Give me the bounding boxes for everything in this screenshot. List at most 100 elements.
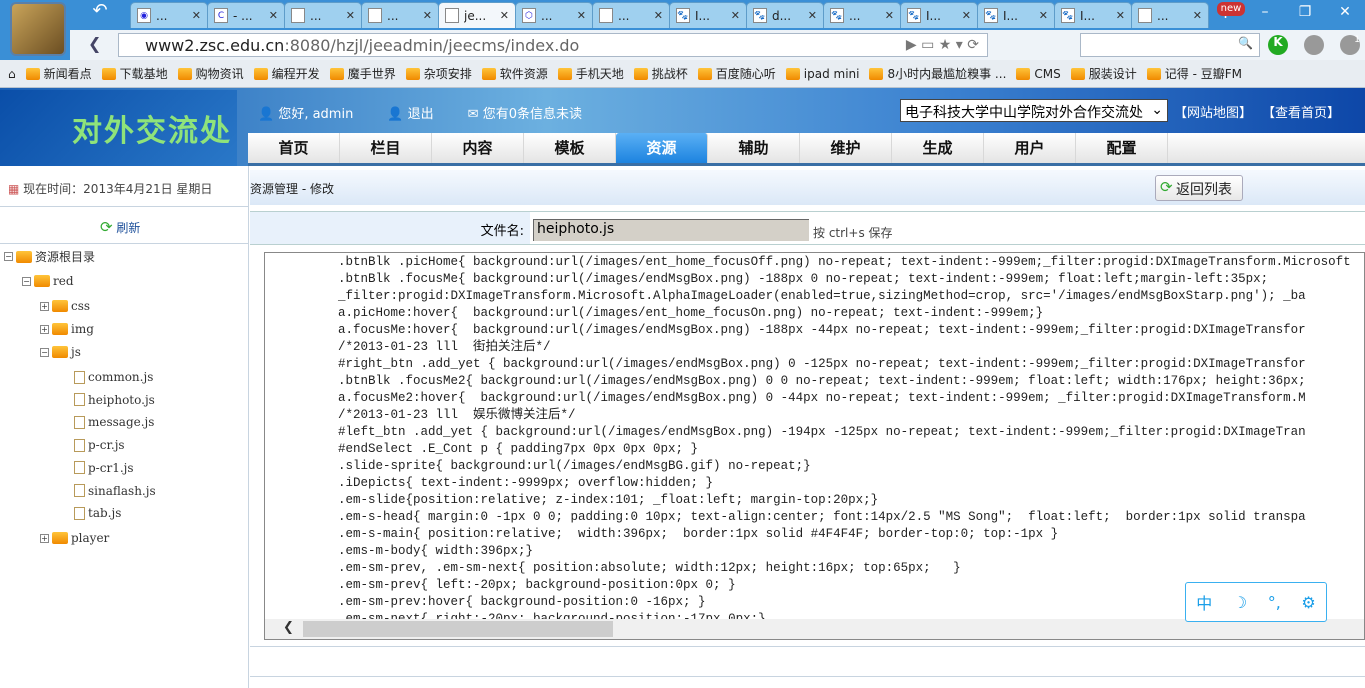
tree-file[interactable]: heiphoto.js: [74, 393, 155, 407]
browser-tab[interactable]: je... ✕: [438, 2, 516, 28]
nav-tab[interactable]: 内容: [432, 133, 524, 163]
bookmark-item[interactable]: 服装设计: [1070, 65, 1137, 82]
close-tab-icon[interactable]: ✕: [1193, 9, 1202, 22]
user-avatar[interactable]: [10, 2, 66, 56]
collapse-icon[interactable]: −: [4, 252, 13, 261]
tree-file[interactable]: message.js: [74, 415, 154, 429]
close-tab-icon[interactable]: ✕: [269, 9, 278, 22]
view-home-link[interactable]: 【查看首页】: [1262, 102, 1340, 121]
tree-file[interactable]: tab.js: [74, 506, 121, 520]
scrollbar-thumb[interactable]: [303, 621, 613, 637]
bookmark-item[interactable]: 购物资讯: [177, 65, 244, 82]
ime-button[interactable]: ⚙: [1301, 593, 1315, 612]
browser-tab[interactable]: ... ✕: [592, 2, 670, 28]
browser-tab[interactable]: 🐾 I... ✕: [669, 2, 747, 28]
close-tab-icon[interactable]: ✕: [1116, 9, 1125, 22]
sitemap-link[interactable]: 【网站地图】: [1174, 102, 1252, 121]
k-extension-icon[interactable]: K: [1268, 35, 1288, 55]
restore-button[interactable]: ❐: [1285, 0, 1325, 26]
home-icon[interactable]: ⌂: [8, 67, 16, 81]
browser-tab[interactable]: ... ✕: [1131, 2, 1209, 28]
browser-tab[interactable]: 🐾 I... ✕: [1054, 2, 1132, 28]
close-tab-icon[interactable]: ✕: [885, 9, 894, 22]
bookmark-item[interactable]: 编程开发: [253, 65, 320, 82]
logout-link[interactable]: 👤 退出: [387, 103, 433, 122]
close-tab-icon[interactable]: ✕: [577, 9, 586, 22]
browser-tab[interactable]: ⬡... ✕: [515, 2, 593, 28]
bookmark-item[interactable]: 下载基地: [101, 65, 168, 82]
expand-icon[interactable]: +: [40, 324, 49, 334]
nav-tab[interactable]: 维护: [800, 133, 892, 163]
bookmark-item[interactable]: 新闻看点: [25, 65, 92, 82]
browser-tab[interactable]: ... ✕: [284, 2, 362, 28]
close-tab-icon[interactable]: ✕: [192, 9, 201, 22]
tree-file[interactable]: p-cr1.js: [74, 461, 134, 475]
bookmark-item[interactable]: 软件资源: [481, 65, 548, 82]
messages-link[interactable]: ✉ 您有0条信息未读: [468, 103, 582, 122]
browser-tab[interactable]: ... ✕: [361, 2, 439, 28]
bookmark-item[interactable]: 手机天地: [557, 65, 624, 82]
code-content[interactable]: .btnBlk .picHome{ background:url(/images…: [338, 254, 1351, 628]
close-tab-icon[interactable]: ✕: [654, 9, 663, 22]
browser-tab[interactable]: ◉... ✕: [130, 2, 208, 28]
tree-file[interactable]: common.js: [74, 370, 153, 384]
nav-tab[interactable]: 辅助: [708, 133, 800, 163]
new-badge[interactable]: new: [1217, 2, 1245, 16]
nav-tab[interactable]: 生成: [892, 133, 984, 163]
bookmark-item[interactable]: CMS: [1016, 67, 1061, 81]
tree-file[interactable]: sinaflash.js: [74, 484, 156, 498]
bookmark-item[interactable]: 记得 - 豆瓣FM: [1146, 65, 1242, 82]
bookmark-item[interactable]: 杂项安排: [405, 65, 472, 82]
scroll-left-icon[interactable]: ❮: [283, 620, 294, 635]
browser-tab[interactable]: C - ... ✕: [207, 2, 285, 28]
browser-tab[interactable]: 🐾 I... ✕: [900, 2, 978, 28]
close-tab-icon[interactable]: ✕: [808, 9, 817, 22]
bookmark-item[interactable]: ipad mini: [785, 67, 859, 81]
refresh-button[interactable]: ⟳ 刷新: [100, 218, 140, 236]
collapse-icon[interactable]: −: [40, 347, 49, 357]
close-tab-icon[interactable]: ✕: [500, 9, 509, 22]
tree-node-player[interactable]: + player: [40, 531, 109, 545]
tree-node-js[interactable]: − js: [40, 345, 81, 359]
ime-button[interactable]: 中: [1196, 590, 1212, 614]
tree-node-img[interactable]: + img: [40, 322, 94, 336]
nav-tab[interactable]: 栏目: [340, 133, 432, 163]
expand-icon[interactable]: +: [40, 533, 49, 543]
search-input[interactable]: 🔍: [1080, 33, 1260, 57]
favorites-extension-icon[interactable]: [1304, 35, 1324, 55]
nav-back-icon[interactable]: ❮: [88, 34, 101, 53]
star-icon[interactable]: ▶ ▭ ★ ▾ ⟳: [906, 37, 987, 53]
bookmark-item[interactable]: 8小时内最尴尬糗事 ...: [869, 65, 1006, 82]
browser-tab[interactable]: 🐾... ✕: [823, 2, 901, 28]
minimize-button[interactable]: –: [1245, 0, 1285, 26]
collapse-icon[interactable]: −: [22, 276, 31, 286]
close-tab-icon[interactable]: ✕: [962, 9, 971, 22]
address-bar[interactable]: www2.zsc.edu.cn:8080/hzjl/jeeadmin/jeecm…: [118, 33, 988, 57]
filename-input[interactable]: heiphoto.js: [533, 219, 809, 241]
nav-tab[interactable]: 配置: [1076, 133, 1168, 163]
close-tab-icon[interactable]: ✕: [346, 9, 355, 22]
tree-node-css[interactable]: + css: [40, 299, 90, 313]
tree-node-red[interactable]: − red: [22, 274, 74, 288]
close-tab-icon[interactable]: ✕: [731, 9, 740, 22]
tree-file[interactable]: p-cr.js: [74, 438, 125, 452]
bookmark-item[interactable]: 魔手世界: [329, 65, 396, 82]
bookmark-item[interactable]: 挑战杯: [633, 65, 688, 82]
tree-node-root[interactable]: − 资源根目录: [4, 248, 95, 265]
ime-button[interactable]: ☽: [1233, 593, 1247, 612]
nav-tab[interactable]: 模板: [524, 133, 616, 163]
extension-badge[interactable]: 1: [1340, 35, 1360, 55]
horizontal-scrollbar[interactable]: ❮: [265, 619, 1364, 639]
site-select[interactable]: 电子科技大学中山学院对外合作交流处 ⌄: [900, 99, 1168, 122]
expand-icon[interactable]: +: [40, 301, 49, 311]
browser-tab[interactable]: 🐾 I... ✕: [977, 2, 1055, 28]
nav-tab[interactable]: 用户: [984, 133, 1076, 163]
close-tab-icon[interactable]: ✕: [423, 9, 432, 22]
nav-tab[interactable]: 资源: [616, 133, 708, 163]
ime-button[interactable]: °,: [1268, 593, 1281, 612]
close-window-button[interactable]: ✕: [1325, 0, 1365, 26]
close-tab-icon[interactable]: ✕: [1039, 9, 1048, 22]
browser-tab[interactable]: 🐾 d... ✕: [746, 2, 824, 28]
nav-tab[interactable]: 首页: [248, 133, 340, 163]
search-icon[interactable]: 🔍: [1238, 36, 1253, 50]
